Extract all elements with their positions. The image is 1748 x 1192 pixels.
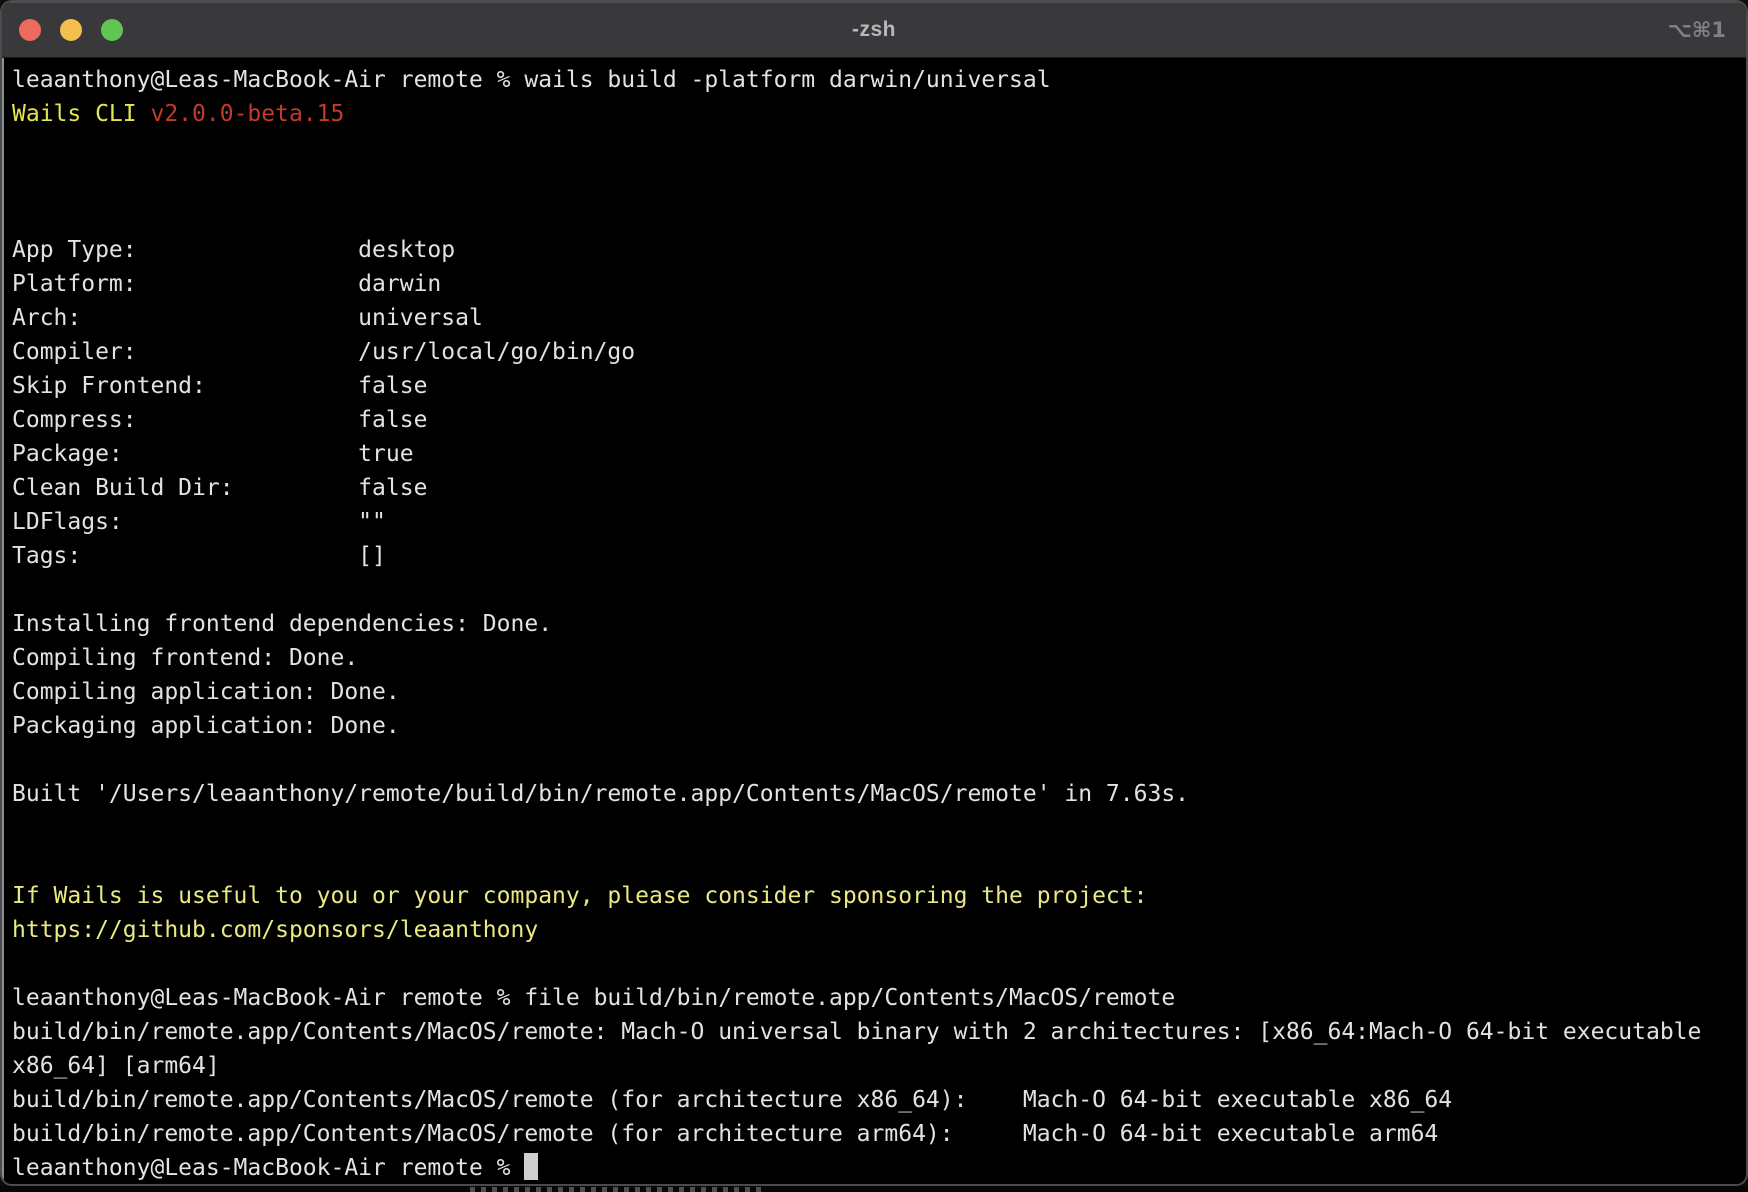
terminal-text: https://github.com/sponsors/leaanthony xyxy=(12,917,538,943)
terminal-text: LDFlags: "" xyxy=(12,509,386,535)
terminal-line: Platform: darwin xyxy=(12,267,1738,301)
terminal-text: Package: true xyxy=(12,441,414,467)
terminal-line xyxy=(12,947,1738,981)
terminal-line: Compiler: /usr/local/go/bin/go xyxy=(12,335,1738,369)
background-clutter xyxy=(470,1187,765,1192)
terminal-line: leaanthony@Leas-MacBook-Air remote % xyxy=(12,1151,1738,1185)
terminal-text: leaanthony@Leas-MacBook-Air remote % fil… xyxy=(12,985,1175,1011)
terminal-line: Clean Build Dir: false xyxy=(12,471,1738,505)
terminal-line: Skip Frontend: false xyxy=(12,369,1738,403)
traffic-lights xyxy=(19,2,123,58)
terminal-text: x86_64] [arm64] xyxy=(12,1053,220,1079)
terminal-text: Compiling application: Done. xyxy=(12,679,400,705)
tab-shortcut-icon: ⌥⌘1 xyxy=(1668,2,1726,58)
terminal-line: Compress: false xyxy=(12,403,1738,437)
terminal-text: If Wails is useful to you or your compan… xyxy=(12,883,1147,909)
desktop-background-strip xyxy=(0,1186,1748,1192)
terminal-line xyxy=(12,573,1738,607)
terminal-line xyxy=(12,845,1738,879)
terminal-text: v2.0.0-beta.15 xyxy=(150,101,344,127)
terminal-line: Packaging application: Done. xyxy=(12,709,1738,743)
terminal-line: leaanthony@Leas-MacBook-Air remote % wai… xyxy=(12,63,1738,97)
terminal-text: Tags: [] xyxy=(12,543,386,569)
terminal-line: Wails CLI v2.0.0-beta.15 xyxy=(12,97,1738,131)
terminal-line xyxy=(12,131,1738,165)
terminal-text: App Type: desktop xyxy=(12,237,455,263)
terminal-line: build/bin/remote.app/Contents/MacOS/remo… xyxy=(12,1015,1738,1049)
terminal-text: Wails CLI xyxy=(12,101,150,127)
terminal-text: leaanthony@Leas-MacBook-Air remote % xyxy=(12,1155,524,1181)
terminal-line: Tags: [] xyxy=(12,539,1738,573)
minimize-button[interactable] xyxy=(60,19,82,41)
terminal-line xyxy=(12,811,1738,845)
titlebar[interactable]: -zsh ⌥⌘1 xyxy=(2,2,1746,58)
terminal-output[interactable]: leaanthony@Leas-MacBook-Air remote % wai… xyxy=(2,58,1746,1186)
window-title: -zsh xyxy=(2,18,1746,42)
terminal-text: Built '/Users/leaanthony/remote/build/bi… xyxy=(12,781,1189,807)
terminal-text: Skip Frontend: false xyxy=(12,373,427,399)
terminal-text: Compiler: /usr/local/go/bin/go xyxy=(12,339,635,365)
terminal-line xyxy=(12,199,1738,233)
terminal-line xyxy=(12,165,1738,199)
terminal-line: Compiling application: Done. xyxy=(12,675,1738,709)
terminal-line: LDFlags: "" xyxy=(12,505,1738,539)
terminal-line: leaanthony@Leas-MacBook-Air remote % fil… xyxy=(12,981,1738,1015)
terminal-text: Compiling frontend: Done. xyxy=(12,645,358,671)
terminal-line: Installing frontend dependencies: Done. xyxy=(12,607,1738,641)
terminal-line: If Wails is useful to you or your compan… xyxy=(12,879,1738,913)
terminal-text: Installing frontend dependencies: Done. xyxy=(12,611,552,637)
terminal-line: Compiling frontend: Done. xyxy=(12,641,1738,675)
terminal-line: build/bin/remote.app/Contents/MacOS/remo… xyxy=(12,1083,1738,1117)
zoom-button[interactable] xyxy=(101,19,123,41)
terminal-window: -zsh ⌥⌘1 leaanthony@Leas-MacBook-Air rem… xyxy=(0,0,1748,1186)
terminal-text: leaanthony@Leas-MacBook-Air remote % wai… xyxy=(12,67,1051,93)
terminal-line: Package: true xyxy=(12,437,1738,471)
terminal-line: App Type: desktop xyxy=(12,233,1738,267)
terminal-text: build/bin/remote.app/Contents/MacOS/remo… xyxy=(12,1019,1701,1045)
terminal-text: build/bin/remote.app/Contents/MacOS/remo… xyxy=(12,1121,1438,1147)
terminal-line: https://github.com/sponsors/leaanthony xyxy=(12,913,1738,947)
terminal-text: Compress: false xyxy=(12,407,427,433)
terminal-line: Arch: universal xyxy=(12,301,1738,335)
terminal-text: Clean Build Dir: false xyxy=(12,475,427,501)
text-cursor xyxy=(524,1153,538,1180)
terminal-line xyxy=(12,743,1738,777)
terminal-line: Built '/Users/leaanthony/remote/build/bi… xyxy=(12,777,1738,811)
terminal-text: Packaging application: Done. xyxy=(12,713,400,739)
terminal-text: Arch: universal xyxy=(12,305,483,331)
terminal-text: Platform: darwin xyxy=(12,271,441,297)
terminal-line: x86_64] [arm64] xyxy=(12,1049,1738,1083)
terminal-text: build/bin/remote.app/Contents/MacOS/remo… xyxy=(12,1087,1452,1113)
terminal-line: build/bin/remote.app/Contents/MacOS/remo… xyxy=(12,1117,1738,1151)
close-button[interactable] xyxy=(19,19,41,41)
